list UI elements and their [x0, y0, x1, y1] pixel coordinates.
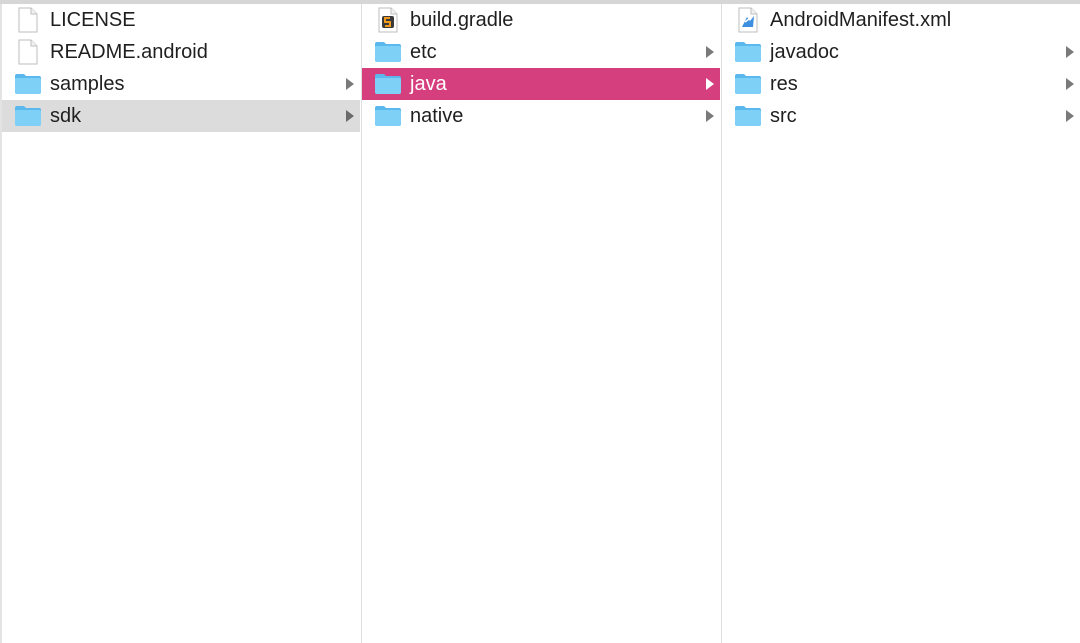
item-label: AndroidManifest.xml — [770, 9, 952, 31]
folder-icon — [734, 70, 762, 98]
list-item-etc[interactable]: etc — [362, 36, 720, 68]
list-item-sdk[interactable]: sdk — [2, 100, 360, 132]
item-label: LICENSE — [50, 9, 136, 31]
gradle-file-icon — [374, 6, 402, 34]
list-item-javadoc[interactable]: javadoc — [722, 36, 1080, 68]
folder-icon — [374, 70, 402, 98]
list-item-src[interactable]: src — [722, 100, 1080, 132]
chevron-right-icon — [1064, 109, 1076, 123]
item-label: samples — [50, 73, 125, 95]
list-item-license[interactable]: LICENSE — [2, 4, 360, 36]
list-item-java[interactable]: java — [362, 68, 720, 100]
item-label: src — [770, 105, 797, 127]
item-label: javadoc — [770, 41, 839, 63]
chevron-right-icon — [704, 77, 716, 91]
column-2[interactable]: build.gradle etc java native — [361, 4, 720, 643]
chevron-right-icon — [704, 109, 716, 123]
list-item-build-gradle[interactable]: build.gradle — [362, 4, 720, 36]
chevron-right-icon — [344, 77, 356, 91]
folder-icon — [374, 38, 402, 66]
folder-icon — [14, 102, 42, 130]
item-label: res — [770, 73, 798, 95]
item-label: README.android — [50, 41, 208, 63]
column-3[interactable]: AndroidManifest.xml javadoc res src — [721, 4, 1080, 643]
chevron-right-icon — [704, 45, 716, 59]
document-icon — [14, 38, 42, 66]
list-item-readme[interactable]: README.android — [2, 36, 360, 68]
xml-file-icon — [734, 6, 762, 34]
folder-icon — [374, 102, 402, 130]
list-item-android-manifest[interactable]: AndroidManifest.xml — [722, 4, 1080, 36]
folder-icon — [14, 70, 42, 98]
column-1[interactable]: LICENSE README.android samples sdk — [0, 4, 360, 643]
item-label: native — [410, 105, 464, 127]
chevron-right-icon — [1064, 77, 1076, 91]
item-label: build.gradle — [410, 9, 514, 31]
chevron-right-icon — [1064, 45, 1076, 59]
list-item-native[interactable]: native — [362, 100, 720, 132]
item-label: etc — [410, 41, 437, 63]
folder-icon — [734, 102, 762, 130]
chevron-right-icon — [344, 109, 356, 123]
item-label: java — [410, 73, 447, 95]
list-item-samples[interactable]: samples — [2, 68, 360, 100]
item-label: sdk — [50, 105, 82, 127]
folder-icon — [734, 38, 762, 66]
finder-column-browser: LICENSE README.android samples sdk build… — [0, 0, 1080, 643]
list-item-res[interactable]: res — [722, 68, 1080, 100]
document-icon — [14, 6, 42, 34]
